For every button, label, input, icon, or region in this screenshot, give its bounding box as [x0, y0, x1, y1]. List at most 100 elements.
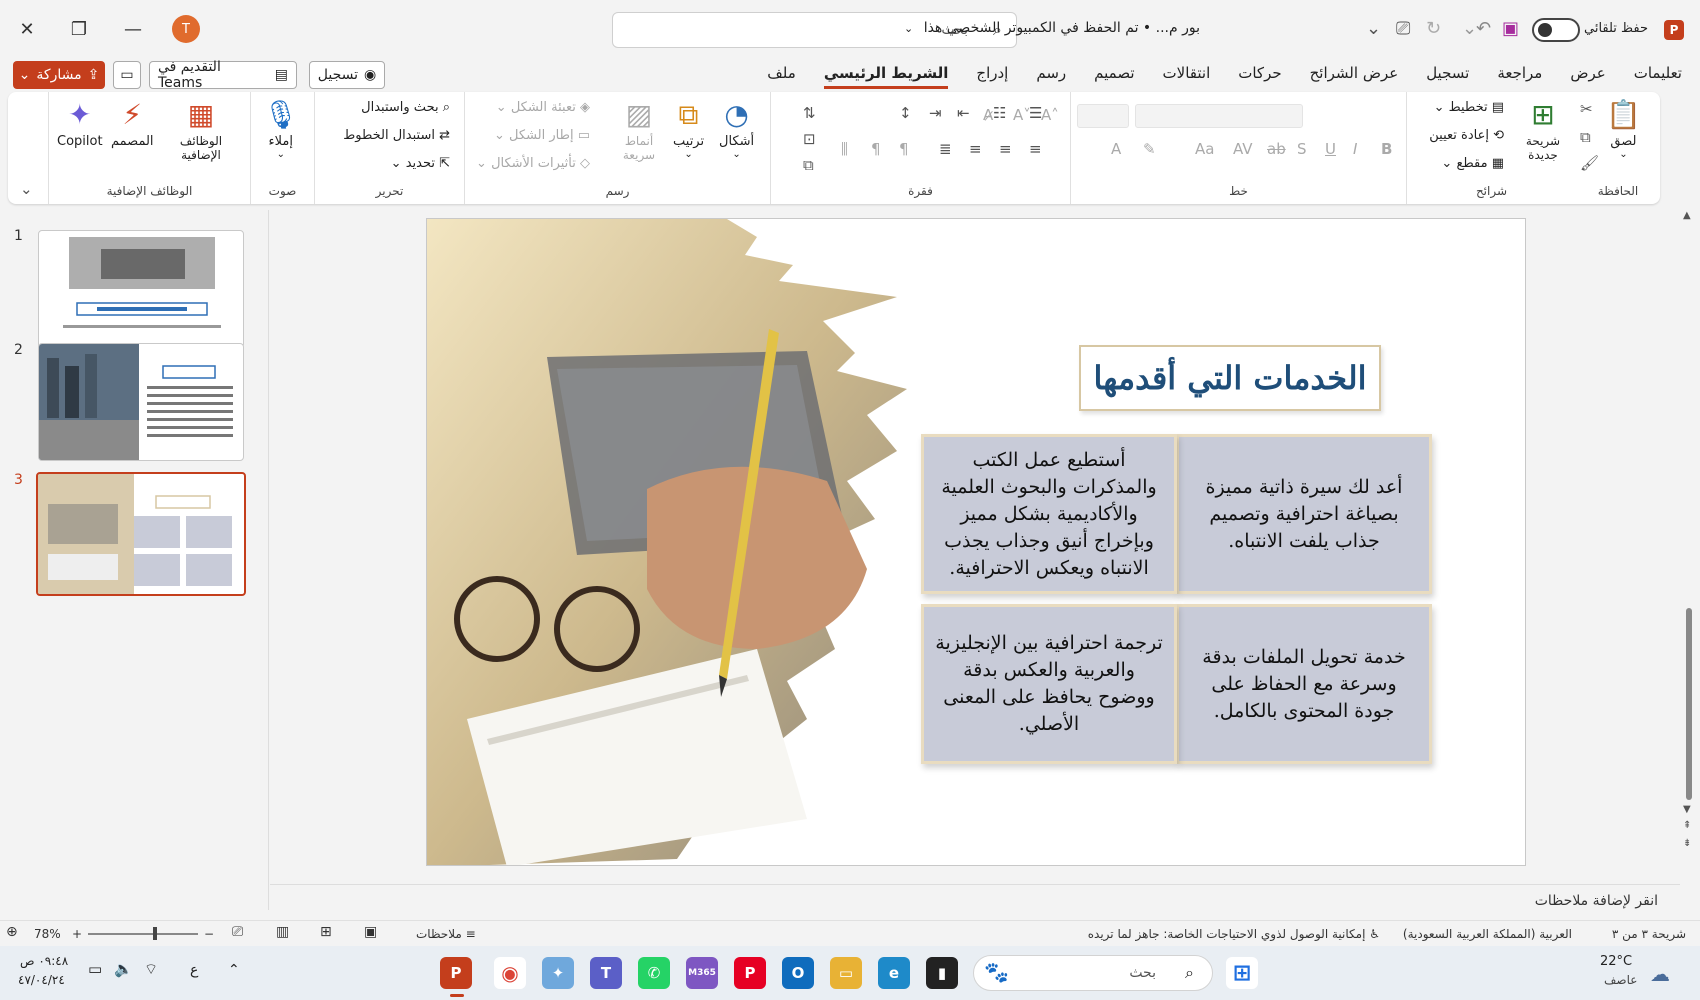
copy-icon[interactable]: ⧉ [1580, 128, 1591, 146]
tab-transitions[interactable]: انتقالات [1163, 64, 1211, 89]
taskbar-search[interactable]: بحث ⌕ 🐾 [973, 955, 1213, 991]
text-direction-icon[interactable]: ⇅ [803, 104, 816, 122]
slide-title[interactable]: الخدمات التي أقدمها [1079, 345, 1381, 411]
line-spacing-icon[interactable]: ↕ [899, 104, 912, 122]
slide-thumbnail-2[interactable] [38, 343, 244, 461]
font-name-combo[interactable] [1135, 104, 1303, 128]
clock-date[interactable]: ٤٧/٠٤/٢٤ [18, 973, 65, 987]
notes-pane[interactable]: انقر لإضافة ملاحظات [270, 884, 1680, 918]
service-card-conversion[interactable]: خدمة تحويل الملفات بدقة وسرعة مع الحفاظ … [1176, 604, 1432, 764]
bullets-icon[interactable]: ☰ [1029, 104, 1042, 122]
designer-button[interactable]: ⚡ المصمم [111, 98, 154, 149]
scroll-down-icon[interactable]: ▼ [1683, 804, 1691, 815]
clock-time[interactable]: ٠٩:٤٨ ص [20, 954, 68, 968]
find-replace-button[interactable]: ⌕ بحث واستبدال [361, 100, 450, 115]
redo-icon[interactable]: ↻ [1426, 18, 1441, 39]
slide-thumbnail-1[interactable] [38, 230, 244, 348]
new-slide-button[interactable]: ⊞ شريحة جديدة [1519, 98, 1567, 162]
shadow-icon[interactable]: S [1297, 140, 1307, 158]
tab-record[interactable]: تسجيل [1426, 64, 1469, 89]
present-icon[interactable]: ⎚ [1396, 18, 1410, 39]
select-button[interactable]: ⇱ تحديد ⌄ [391, 156, 450, 171]
rtl-icon[interactable]: ¶ [899, 140, 909, 158]
customize-qat-icon[interactable]: ⌄ [1366, 18, 1381, 39]
tab-view[interactable]: عرض [1570, 64, 1605, 89]
tab-insert[interactable]: إدراج [976, 64, 1008, 89]
save-icon[interactable]: ▣ [1502, 18, 1519, 39]
numbering-icon[interactable]: ☷ [993, 104, 1006, 122]
powerpoint-app-icon[interactable]: P [440, 957, 472, 989]
windows-start-icon[interactable]: ⊞ [1226, 957, 1258, 989]
arrange-button[interactable]: ⧉ ترتيب ⌄ [673, 98, 704, 160]
align-left-icon[interactable]: ≡ [969, 140, 982, 158]
next-slide-icon[interactable]: ⇟ [1683, 838, 1691, 849]
italic-icon[interactable]: I [1353, 140, 1357, 158]
normal-view-icon[interactable]: ▣ [364, 924, 377, 940]
zoom-in-icon[interactable]: + [72, 927, 82, 941]
tab-review[interactable]: مراجعة [1497, 64, 1542, 89]
present-in-teams-button[interactable]: التقديم في Teams ▤ [149, 59, 297, 91]
slide-sorter-icon[interactable]: ⊞ [320, 924, 332, 940]
layout-button[interactable]: ▤ تخطيط ⌄ [1434, 100, 1504, 115]
tab-animations[interactable]: حركات [1238, 64, 1281, 89]
section-button[interactable]: ▦ مقطع ⌄ [1441, 156, 1504, 171]
accessibility-status[interactable]: ♿ إمكانية الوصول لذوي الاحتياجات الخاصة:… [1088, 927, 1380, 941]
center-icon[interactable]: ≡ [999, 140, 1012, 158]
service-card-books[interactable]: أستطيع عمل الكتب والمذكرات والبحوث العلم… [921, 434, 1177, 594]
align-right-icon[interactable]: ≡ [1029, 140, 1042, 158]
whatsapp-icon[interactable]: ✆ [638, 957, 670, 989]
record-button[interactable]: تسجيل ◉ [309, 61, 385, 89]
bold-icon[interactable]: B [1381, 140, 1392, 158]
comments-button[interactable]: ▭ [113, 61, 141, 89]
addins-button[interactable]: ▦ الوظائف الإضافية [171, 98, 231, 162]
char-spacing-icon[interactable]: AV [1233, 140, 1253, 158]
quick-styles-button[interactable]: ▨ أنماط سريعة [615, 98, 663, 162]
restore-icon[interactable]: ❐ [62, 12, 96, 46]
reset-button[interactable]: ⟲ إعادة تعيين [1429, 128, 1504, 143]
app-icon[interactable]: ✦ [542, 957, 574, 989]
align-text-icon[interactable]: ⊡ [803, 130, 816, 148]
service-card-translation[interactable]: ترجمة احترافية بين الإنجليزية والعربية و… [921, 604, 1177, 764]
document-title[interactable]: بور م... • تم الحفظ في الكمبيوتر الشخصي … [904, 20, 1200, 36]
close-icon[interactable]: ✕ [10, 12, 44, 46]
pinterest-icon[interactable]: P [734, 957, 766, 989]
minimize-icon[interactable]: — [116, 12, 150, 46]
teams-app-icon[interactable]: T [590, 957, 622, 989]
tab-file[interactable]: ملف [767, 64, 796, 89]
m365-icon[interactable]: M365 [686, 957, 718, 989]
scroll-up-icon[interactable]: ▲ [1683, 210, 1691, 221]
copilot-button[interactable]: ✦ Copilot [57, 98, 103, 149]
undo-dropdown-icon[interactable]: ⌄ [1462, 18, 1477, 39]
file-explorer-icon[interactable]: ▭ [830, 957, 862, 989]
zoom-slider[interactable] [88, 933, 198, 935]
reading-view-icon[interactable]: ▥ [276, 924, 289, 940]
decrease-indent-icon[interactable]: ⇤ [957, 104, 970, 122]
change-case-icon[interactable]: Aa [1195, 140, 1214, 158]
zoom-slider-thumb[interactable] [153, 927, 157, 940]
highlight-icon[interactable]: ✎ [1143, 140, 1156, 158]
dictate-button[interactable]: 🎙 إملاء ⌄ [263, 98, 299, 160]
zoom-out-icon[interactable]: − [204, 927, 214, 941]
shapes-button[interactable]: ◔ أشكال ⌄ [719, 98, 754, 160]
desktop-app-icon[interactable]: ▮ [926, 957, 958, 989]
service-card-cv[interactable]: أعد لك سيرة ذاتية مميزة بصياغة احترافية … [1176, 434, 1432, 594]
shape-effects-button[interactable]: ◇ تأثيرات الأشكال ⌄ [476, 156, 590, 171]
tab-slideshow[interactable]: عرض الشرائح [1310, 64, 1399, 89]
avatar[interactable]: T [172, 15, 200, 43]
collapse-ribbon-icon[interactable]: ⌄ [20, 180, 33, 198]
ltr-icon[interactable]: ¶ [871, 140, 881, 158]
battery-icon[interactable]: ▭ [88, 960, 102, 978]
tab-draw[interactable]: رسم [1036, 64, 1066, 89]
cut-icon[interactable]: ✂ [1580, 100, 1593, 118]
scrollbar-thumb[interactable] [1686, 608, 1692, 800]
chrome-icon[interactable]: ◉ [494, 957, 526, 989]
zoom-level[interactable]: 78% [34, 927, 61, 941]
justify-icon[interactable]: ≣ [939, 140, 952, 158]
tab-home[interactable]: الشريط الرئيسي [823, 64, 949, 89]
notes-toggle-button[interactable]: ≡ ملاحظات [416, 927, 476, 941]
paste-button[interactable]: 📋 لصق ⌄ [1606, 98, 1641, 160]
share-button[interactable]: ⌄ مشاركة ⇪ [13, 61, 105, 89]
tab-help[interactable]: تعليمات [1634, 64, 1682, 89]
format-painter-icon[interactable]: 🖌 [1580, 154, 1599, 172]
weather-temp[interactable]: 22°C [1600, 954, 1632, 969]
